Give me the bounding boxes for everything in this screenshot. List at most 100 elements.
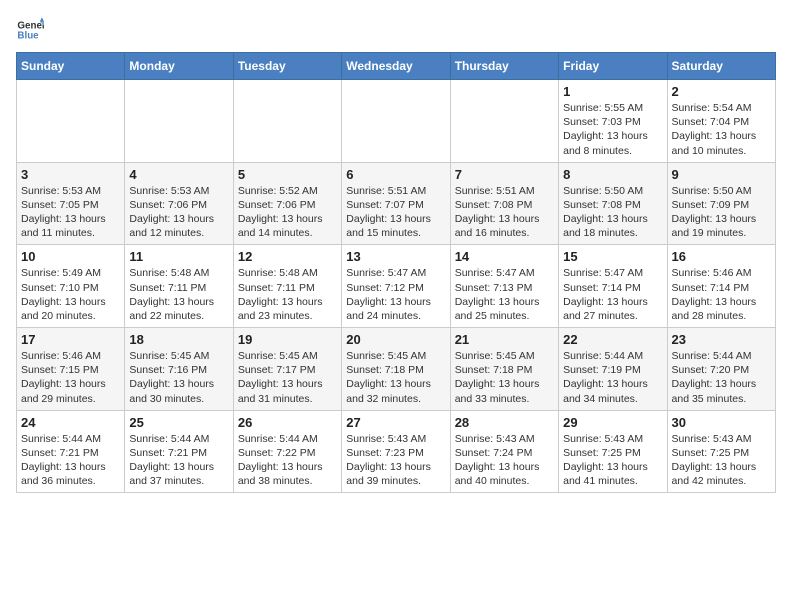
day-info: Sunrise: 5:50 AMSunset: 7:08 PMDaylight:… (563, 184, 662, 241)
day-number: 26 (238, 415, 337, 430)
day-number: 8 (563, 167, 662, 182)
weekday-header-wednesday: Wednesday (342, 53, 450, 80)
day-number: 24 (21, 415, 120, 430)
calendar-day-3: 3Sunrise: 5:53 AMSunset: 7:05 PMDaylight… (17, 162, 125, 245)
day-number: 27 (346, 415, 445, 430)
weekday-header-friday: Friday (559, 53, 667, 80)
calendar-week-row: 17 Sunrise: 5:46 AMSunset: 7:15 PMDayligh… (17, 328, 776, 411)
day-info: Sunrise: 5:43 AMSunset: 7:23 PMDaylight:… (346, 432, 445, 489)
weekday-header-monday: Monday (125, 53, 233, 80)
day-number: 21 (455, 332, 554, 347)
calendar-day-5: 5 Sunrise: 5:52 AMSunset: 7:06 PMDaylight… (233, 162, 341, 245)
calendar-day-20: 20 Sunrise: 5:45 AMSunset: 7:18 PMDayligh… (342, 328, 450, 411)
calendar-day-26: 26 Sunrise: 5:44 AMSunset: 7:22 PMDayligh… (233, 410, 341, 493)
day-number: 14 (455, 249, 554, 264)
day-info: Sunrise: 5:48 AMSunset: 7:11 PMDaylight:… (129, 266, 228, 323)
day-info: Sunrise: 5:52 AMSunset: 7:06 PMDaylight:… (238, 184, 337, 241)
calendar-day-6: 6 Sunrise: 5:51 AMSunset: 7:07 PMDaylight… (342, 162, 450, 245)
calendar-day-27: 27 Sunrise: 5:43 AMSunset: 7:23 PMDayligh… (342, 410, 450, 493)
day-number: 6 (346, 167, 445, 182)
day-info: Sunrise: 5:47 AMSunset: 7:13 PMDaylight:… (455, 266, 554, 323)
day-number: 16 (672, 249, 771, 264)
day-number: 30 (672, 415, 771, 430)
day-info: Sunrise: 5:45 AMSunset: 7:18 PMDaylight:… (346, 349, 445, 406)
day-info: Sunrise: 5:46 AMSunset: 7:14 PMDaylight:… (672, 266, 771, 323)
weekday-header-row: SundayMondayTuesdayWednesdayThursdayFrid… (17, 53, 776, 80)
day-info: Sunrise: 5:46 AMSunset: 7:15 PMDaylight:… (21, 349, 120, 406)
day-number: 20 (346, 332, 445, 347)
calendar-day-30: 30Sunrise: 5:43 AMSunset: 7:25 PMDayligh… (667, 410, 775, 493)
day-info: Sunrise: 5:44 AMSunset: 7:21 PMDaylight:… (129, 432, 228, 489)
day-number: 25 (129, 415, 228, 430)
day-info: Sunrise: 5:51 AMSunset: 7:07 PMDaylight:… (346, 184, 445, 241)
calendar-day-19: 19 Sunrise: 5:45 AMSunset: 7:17 PMDayligh… (233, 328, 341, 411)
day-info: Sunrise: 5:48 AMSunset: 7:11 PMDaylight:… (238, 266, 337, 323)
calendar-day-14: 14 Sunrise: 5:47 AMSunset: 7:13 PMDayligh… (450, 245, 558, 328)
calendar-day-29: 29 Sunrise: 5:43 AMSunset: 7:25 PMDayligh… (559, 410, 667, 493)
day-number: 5 (238, 167, 337, 182)
calendar-day-8: 8 Sunrise: 5:50 AMSunset: 7:08 PMDaylight… (559, 162, 667, 245)
day-number: 9 (672, 167, 771, 182)
calendar-week-row: 3Sunrise: 5:53 AMSunset: 7:05 PMDaylight… (17, 162, 776, 245)
day-number: 4 (129, 167, 228, 182)
weekday-header-sunday: Sunday (17, 53, 125, 80)
day-info: Sunrise: 5:45 AMSunset: 7:18 PMDaylight:… (455, 349, 554, 406)
day-info: Sunrise: 5:47 AMSunset: 7:12 PMDaylight:… (346, 266, 445, 323)
calendar-day-25: 25 Sunrise: 5:44 AMSunset: 7:21 PMDayligh… (125, 410, 233, 493)
weekday-header-thursday: Thursday (450, 53, 558, 80)
day-number: 7 (455, 167, 554, 182)
day-info: Sunrise: 5:53 AMSunset: 7:05 PMDaylight:… (21, 184, 120, 241)
calendar-day-13: 13 Sunrise: 5:47 AMSunset: 7:12 PMDayligh… (342, 245, 450, 328)
calendar-day-1: 1Sunrise: 5:55 AMSunset: 7:03 PMDaylight… (559, 80, 667, 163)
day-number: 10 (21, 249, 120, 264)
calendar-week-row: 24 Sunrise: 5:44 AMSunset: 7:21 PMDayligh… (17, 410, 776, 493)
weekday-header-saturday: Saturday (667, 53, 775, 80)
day-number: 13 (346, 249, 445, 264)
calendar-day-9: 9 Sunrise: 5:50 AMSunset: 7:09 PMDaylight… (667, 162, 775, 245)
empty-day (233, 80, 341, 163)
day-number: 22 (563, 332, 662, 347)
svg-text:Blue: Blue (17, 30, 39, 41)
logo-icon: General Blue (16, 16, 44, 44)
day-info: Sunrise: 5:50 AMSunset: 7:09 PMDaylight:… (672, 184, 771, 241)
day-number: 18 (129, 332, 228, 347)
empty-day (125, 80, 233, 163)
calendar-day-17: 17 Sunrise: 5:46 AMSunset: 7:15 PMDayligh… (17, 328, 125, 411)
day-info: Sunrise: 5:53 AMSunset: 7:06 PMDaylight:… (129, 184, 228, 241)
calendar-day-16: 16 Sunrise: 5:46 AMSunset: 7:14 PMDayligh… (667, 245, 775, 328)
day-number: 2 (672, 84, 771, 99)
day-number: 29 (563, 415, 662, 430)
day-info: Sunrise: 5:55 AMSunset: 7:03 PMDaylight:… (563, 101, 662, 158)
calendar-day-4: 4 Sunrise: 5:53 AMSunset: 7:06 PMDaylight… (125, 162, 233, 245)
day-number: 17 (21, 332, 120, 347)
day-number: 12 (238, 249, 337, 264)
day-info: Sunrise: 5:49 AMSunset: 7:10 PMDaylight:… (21, 266, 120, 323)
calendar-day-22: 22Sunrise: 5:44 AMSunset: 7:19 PMDayligh… (559, 328, 667, 411)
calendar-day-12: 12 Sunrise: 5:48 AMSunset: 7:11 PMDayligh… (233, 245, 341, 328)
day-number: 19 (238, 332, 337, 347)
day-number: 23 (672, 332, 771, 347)
day-info: Sunrise: 5:45 AMSunset: 7:17 PMDaylight:… (238, 349, 337, 406)
day-info: Sunrise: 5:45 AMSunset: 7:16 PMDaylight:… (129, 349, 228, 406)
day-number: 28 (455, 415, 554, 430)
calendar-day-10: 10 Sunrise: 5:49 AMSunset: 7:10 PMDayligh… (17, 245, 125, 328)
calendar-day-21: 21 Sunrise: 5:45 AMSunset: 7:18 PMDayligh… (450, 328, 558, 411)
calendar-day-15: 15 Sunrise: 5:47 AMSunset: 7:14 PMDayligh… (559, 245, 667, 328)
empty-day (17, 80, 125, 163)
calendar-week-row: 1Sunrise: 5:55 AMSunset: 7:03 PMDaylight… (17, 80, 776, 163)
calendar-day-7: 7Sunrise: 5:51 AMSunset: 7:08 PMDaylight… (450, 162, 558, 245)
empty-day (342, 80, 450, 163)
calendar-day-18: 18 Sunrise: 5:45 AMSunset: 7:16 PMDayligh… (125, 328, 233, 411)
day-info: Sunrise: 5:44 AMSunset: 7:20 PMDaylight:… (672, 349, 771, 406)
logo: General Blue (16, 16, 44, 44)
day-number: 15 (563, 249, 662, 264)
day-info: Sunrise: 5:44 AMSunset: 7:22 PMDaylight:… (238, 432, 337, 489)
empty-day (450, 80, 558, 163)
day-info: Sunrise: 5:47 AMSunset: 7:14 PMDaylight:… (563, 266, 662, 323)
calendar-day-11: 11 Sunrise: 5:48 AMSunset: 7:11 PMDayligh… (125, 245, 233, 328)
calendar-day-24: 24Sunrise: 5:44 AMSunset: 7:21 PMDayligh… (17, 410, 125, 493)
day-number: 11 (129, 249, 228, 264)
day-info: Sunrise: 5:43 AMSunset: 7:24 PMDaylight:… (455, 432, 554, 489)
day-info: Sunrise: 5:43 AMSunset: 7:25 PMDaylight:… (563, 432, 662, 489)
day-info: Sunrise: 5:54 AMSunset: 7:04 PMDaylight:… (672, 101, 771, 158)
